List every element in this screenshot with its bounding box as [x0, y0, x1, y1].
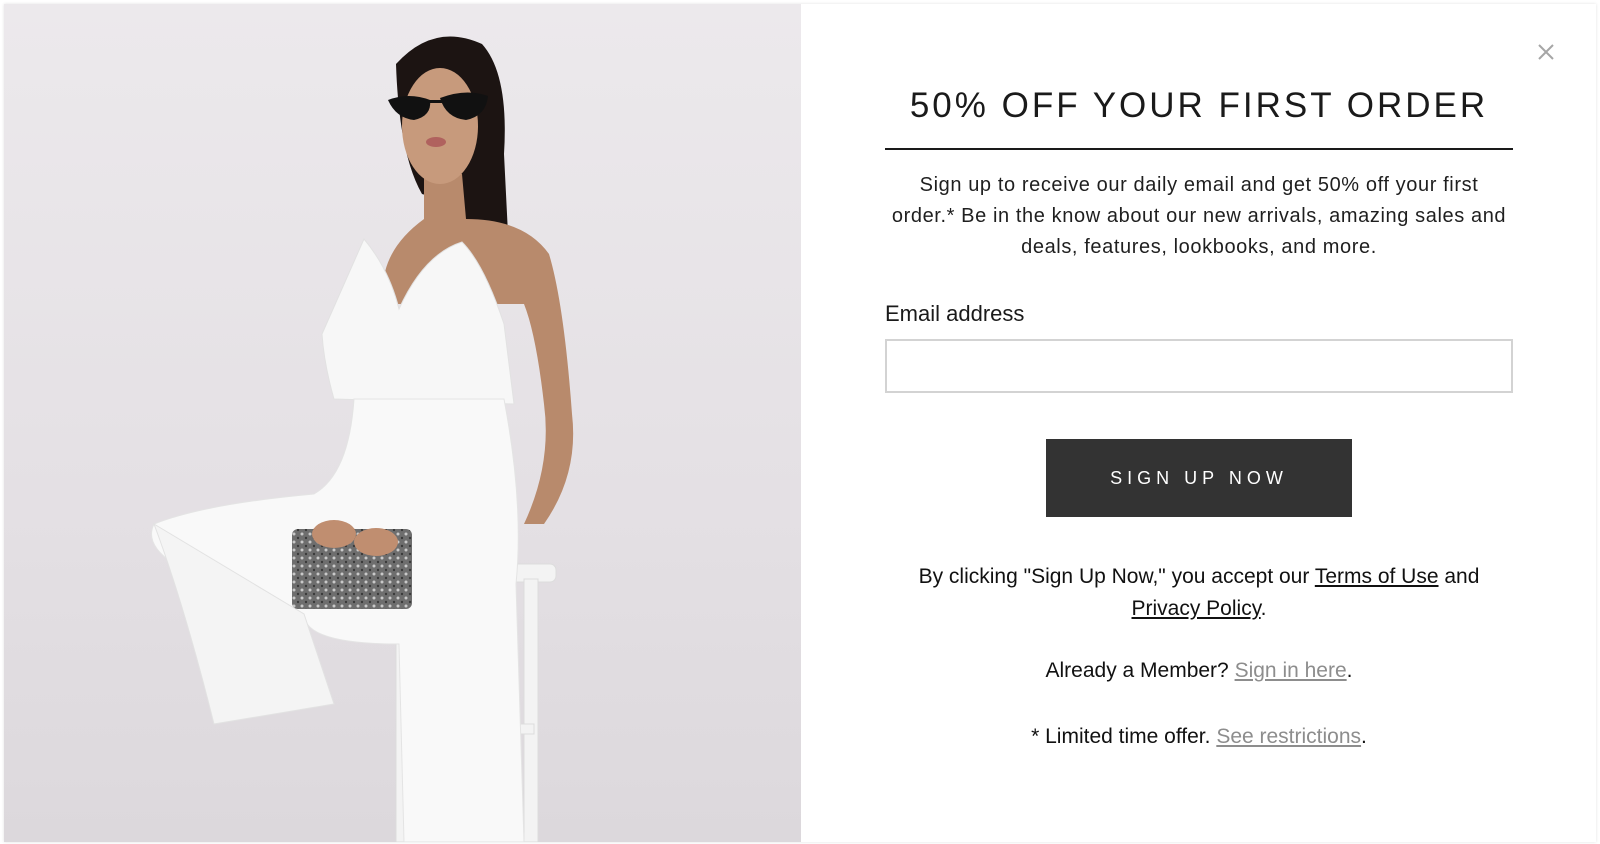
- model-illustration: [151, 36, 574, 842]
- terms-and: and: [1438, 565, 1480, 588]
- limited-prefix: * Limited time offer.: [1031, 725, 1217, 748]
- signup-panel: 50% OFF YOUR FIRST ORDER Sign up to rece…: [801, 4, 1596, 842]
- signup-form: 50% OFF YOUR FIRST ORDER Sign up to rece…: [885, 86, 1513, 749]
- model-photo: [4, 4, 801, 842]
- sign-in-link[interactable]: Sign in here: [1235, 659, 1347, 682]
- limited-offer-notice: * Limited time offer. See restrictions.: [885, 725, 1513, 749]
- sign-up-button[interactable]: SIGN UP NOW: [1046, 439, 1352, 517]
- terms-suffix: .: [1260, 597, 1267, 620]
- privacy-policy-link[interactable]: Privacy Policy: [1132, 597, 1261, 620]
- member-prefix: Already a Member?: [1045, 659, 1235, 682]
- email-input[interactable]: [885, 339, 1513, 393]
- member-suffix: .: [1346, 659, 1353, 682]
- terms-notice: By clicking "Sign Up Now," you accept ou…: [885, 561, 1513, 625]
- terms-prefix: By clicking "Sign Up Now," you accept ou…: [918, 565, 1315, 588]
- member-notice: Already a Member? Sign in here.: [885, 659, 1513, 683]
- limited-suffix: .: [1361, 725, 1367, 748]
- terms-of-use-link[interactable]: Terms of Use: [1315, 565, 1439, 588]
- offer-description: Sign up to receive our daily email and g…: [891, 174, 1507, 258]
- close-icon[interactable]: [1534, 40, 1558, 64]
- see-restrictions-link[interactable]: See restrictions: [1216, 725, 1361, 748]
- headline: 50% OFF YOUR FIRST ORDER: [885, 86, 1513, 150]
- email-label: Email address: [885, 301, 1025, 326]
- signup-modal: 50% OFF YOUR FIRST ORDER Sign up to rece…: [4, 4, 1596, 842]
